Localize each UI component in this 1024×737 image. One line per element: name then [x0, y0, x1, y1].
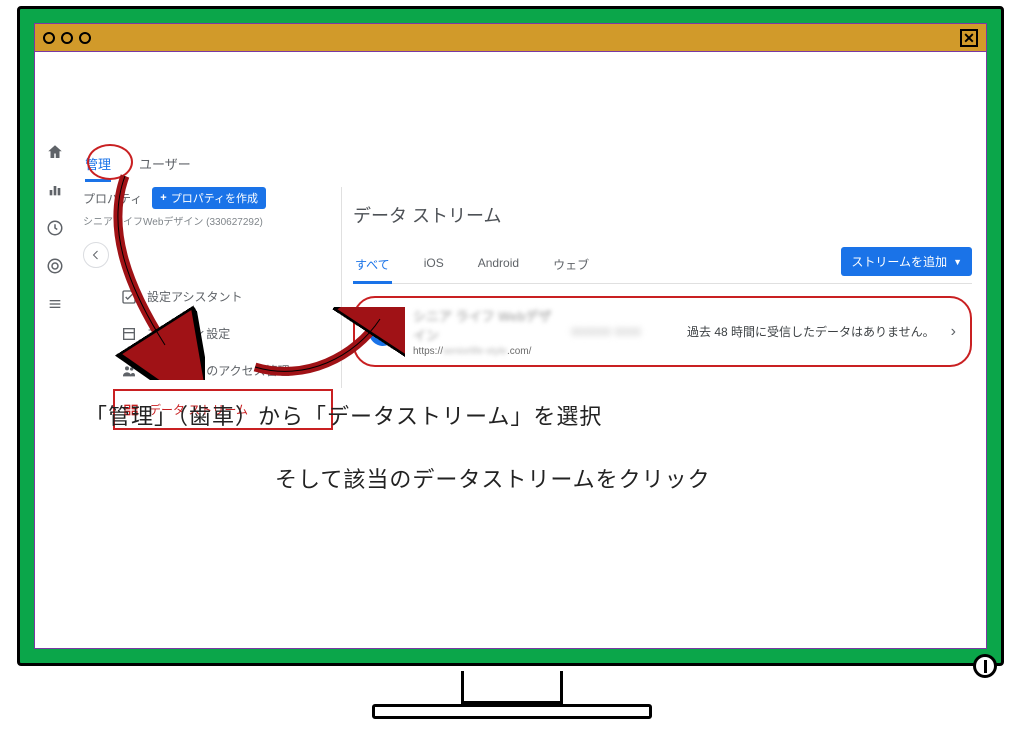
nav-item-label: プロパティのアクセス管理 — [147, 362, 290, 379]
filter-all[interactable]: すべて — [353, 246, 392, 284]
people-icon — [121, 363, 137, 379]
nav-setup-assistant[interactable]: 設定アシスタント — [113, 278, 333, 315]
globe-icon — [369, 318, 397, 346]
monitor-stand — [372, 671, 652, 719]
monitor-screen: ✕ 管理 ユーザー プロパティ プロパティを作成 — [34, 23, 987, 649]
nav-item-label: 設定アシスタント — [147, 288, 243, 305]
window-dot — [43, 32, 55, 44]
stream-row[interactable]: シニア ライフ Webデザイン https://seniorlife-style… — [353, 296, 972, 367]
property-label: プロパティ — [83, 190, 142, 207]
chevron-right-icon: › — [951, 323, 956, 341]
stream-status: 過去 48 時間に受信したデータはありません。 — [687, 323, 935, 340]
property-column: プロパティ プロパティを作成 シニアライフWebデザイン (330627292)… — [83, 187, 333, 430]
property-subtitle: シニアライフWebデザイン (330627292) — [83, 213, 333, 228]
stream-url: https://seniorlife-style.com/ — [413, 346, 555, 357]
square-icon — [121, 326, 137, 342]
filter-web[interactable]: ウェブ — [551, 246, 591, 283]
check-icon — [121, 289, 137, 305]
target-icon[interactable] — [45, 256, 65, 276]
nav-access-management[interactable]: プロパティのアクセス管理 — [113, 352, 333, 389]
chevron-down-icon: ▼ — [953, 257, 962, 267]
vertical-divider — [341, 187, 342, 388]
panel-title: データ ストリーム — [353, 202, 972, 228]
close-icon[interactable]: ✕ — [960, 29, 978, 47]
filter-ios[interactable]: iOS — [422, 246, 446, 283]
list-icon[interactable] — [45, 294, 65, 314]
stream-filter-tabs: すべて iOS Android ウェブ — [353, 246, 591, 283]
bar-chart-icon[interactable] — [45, 180, 65, 200]
window-dot — [61, 32, 73, 44]
annotation-circle — [87, 144, 133, 180]
app-canvas: 管理 ユーザー プロパティ プロパティを作成 シニアライフWebデザイン (33… — [35, 52, 986, 648]
add-stream-button[interactable]: ストリームを追加▼ — [841, 247, 972, 276]
window-titlebar: ✕ — [35, 24, 986, 52]
window-dot — [79, 32, 91, 44]
left-rail — [35, 142, 75, 314]
stream-name: シニア ライフ Webデザイン — [413, 306, 555, 344]
create-property-button[interactable]: プロパティを作成 — [152, 187, 266, 209]
main-panel: データ ストリーム すべて iOS Android ウェブ ストリームを追加▼ — [353, 202, 972, 367]
clock-icon[interactable] — [45, 218, 65, 238]
home-icon[interactable] — [45, 142, 65, 162]
nav-item-label: プロパティ設定 — [147, 325, 230, 342]
traffic-lights — [43, 32, 91, 44]
nav-property-settings[interactable]: プロパティ設定 — [113, 315, 333, 352]
monitor-frame: ✕ 管理 ユーザー プロパティ プロパティを作成 — [17, 6, 1004, 666]
stream-id: 000000 0000 — [571, 325, 671, 339]
tab-user[interactable]: ユーザー — [139, 154, 191, 182]
caption-2: そして該当のデータストリームをクリック — [275, 462, 711, 494]
caption-1: 「管理」（歯車）から「データストリーム」を選択 — [85, 399, 602, 431]
back-button[interactable] — [83, 242, 109, 268]
power-button-icon — [973, 654, 997, 678]
filter-android[interactable]: Android — [476, 246, 521, 283]
